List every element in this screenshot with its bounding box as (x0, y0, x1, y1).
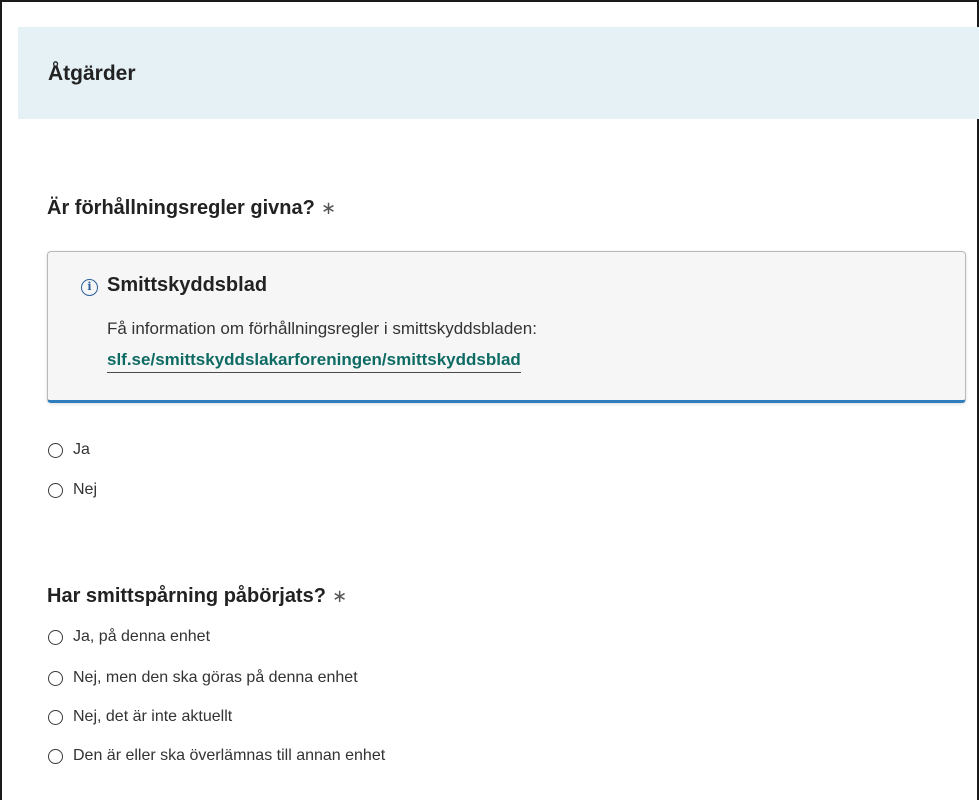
required-mark: ∗ (320, 198, 336, 218)
radio-option-ja-denna-enhet[interactable]: Ja, på denna enhet (48, 626, 210, 648)
section-header: Åtgärder (18, 27, 979, 119)
radio-button[interactable] (48, 629, 63, 645)
radio-option-overlamnas[interactable]: Den är eller ska överlämnas till annan e… (48, 745, 385, 767)
radio-label: Nej (73, 481, 98, 498)
question-forhallningsregler: Är förhållningsregler givna? ∗ (47, 197, 336, 220)
radio-button[interactable] (48, 442, 63, 458)
radio-button[interactable] (48, 709, 63, 725)
info-box-smittskyddsblad: i Smittskyddsblad Få information om förh… (47, 251, 966, 403)
info-text: Få information om förhållningsregler i s… (107, 319, 537, 338)
radio-button[interactable] (48, 748, 63, 764)
question-label: Har smittspårning påbörjats? (47, 585, 326, 607)
radio-option-ja[interactable]: Ja (48, 439, 90, 461)
info-icon: i (81, 279, 98, 296)
smittskyddsblad-link[interactable]: slf.se/smittskyddslakarforeningen/smitts… (107, 350, 521, 373)
required-mark: ∗ (331, 586, 348, 606)
info-title: Smittskyddsblad (107, 274, 268, 296)
question-smittsparning: Har smittspårning påbörjats? ∗ (47, 585, 347, 608)
radio-label: Nej, det är inte aktuellt (73, 708, 233, 725)
radio-label: Den är eller ska överlämnas till annan e… (73, 747, 386, 764)
section-title: Åtgärder (48, 62, 136, 85)
radio-label: Ja, på denna enhet (73, 628, 211, 645)
radio-label: Ja (73, 441, 90, 458)
radio-button[interactable] (48, 482, 63, 498)
radio-button[interactable] (48, 670, 63, 686)
radio-label: Nej, men den ska göras på denna enhet (73, 669, 358, 686)
question-label: Är förhållningsregler givna? (47, 197, 315, 219)
radio-option-nej-ska-goras[interactable]: Nej, men den ska göras på denna enhet (48, 667, 358, 689)
radio-option-nej-inte-aktuellt[interactable]: Nej, det är inte aktuellt (48, 706, 232, 728)
radio-option-nej[interactable]: Nej (48, 479, 97, 501)
